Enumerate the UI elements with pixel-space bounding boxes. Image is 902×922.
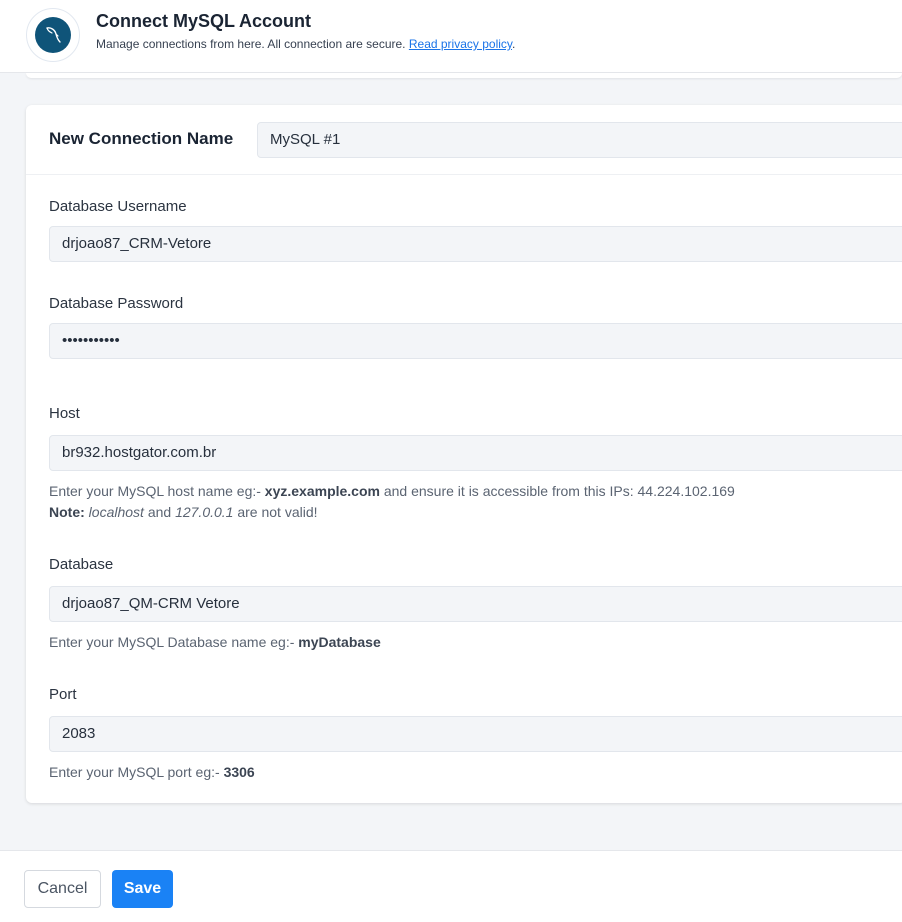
host-note-label: Note: <box>49 504 85 520</box>
modal-header: Connect MySQL Account Manage connections… <box>0 0 902 73</box>
username-label: Database Username <box>49 198 187 215</box>
privacy-policy-link[interactable]: Read privacy policy <box>409 37 512 51</box>
subtitle-text: Manage connections from here. All connec… <box>96 37 406 51</box>
port-hint-prefix: Enter your MySQL port eg:- <box>49 764 224 780</box>
save-button[interactable]: Save <box>112 870 173 908</box>
database-hint-example: myDatabase <box>298 634 381 650</box>
password-label: Database Password <box>49 295 184 312</box>
host-hint-prefix: Enter your MySQL host name eg:- <box>49 483 265 499</box>
database-label: Database <box>49 556 114 573</box>
connection-form-card: New Connection Name MySQL #1 Database Us… <box>26 105 902 803</box>
port-input[interactable]: 2083 <box>49 716 902 752</box>
previous-card-edge <box>26 73 902 78</box>
username-input[interactable]: drjoao87_CRM-Vetore <box>49 226 902 262</box>
host-label: Host <box>49 405 80 422</box>
database-hint-prefix: Enter your MySQL Database name eg:- <box>49 634 299 650</box>
mysql-logo <box>26 8 80 62</box>
host-hint-line: Enter your MySQL host name eg:- xyz.exam… <box>49 481 735 502</box>
port-label: Port <box>49 686 77 703</box>
password-input[interactable]: ••••••••••• <box>49 323 902 359</box>
page-title: Connect MySQL Account <box>96 11 312 31</box>
host-note-line: Note: localhost and 127.0.0.1 are not va… <box>49 502 735 523</box>
modal-footer: Cancel Save <box>0 850 902 922</box>
connection-name-input[interactable]: MySQL #1 <box>257 122 902 158</box>
host-note-ip: 127.0.0.1 <box>175 504 234 520</box>
subtitle-end: . <box>512 37 516 51</box>
host-hint: Enter your MySQL host name eg:- xyz.exam… <box>49 481 735 523</box>
cancel-button[interactable]: Cancel <box>24 870 101 908</box>
connection-name-row: New Connection Name MySQL #1 <box>26 105 902 175</box>
database-input[interactable]: drjoao87_QM-CRM Vetore <box>49 586 902 622</box>
host-input[interactable]: br932.hostgator.com.br <box>49 435 902 471</box>
mysql-dolphin-icon <box>35 17 71 53</box>
content-area[interactable]: New Connection Name MySQL #1 Database Us… <box>0 73 902 850</box>
host-hint-example: xyz.example.com <box>264 483 380 499</box>
host-note-end: are not valid! <box>233 504 318 520</box>
page-subtitle: Manage connections from here. All connec… <box>96 37 515 51</box>
host-note-and: and <box>143 504 176 520</box>
port-hint-example: 3306 <box>223 764 255 780</box>
port-hint: Enter your MySQL port eg:- 3306 <box>49 762 255 783</box>
database-hint: Enter your MySQL Database name eg:- myDa… <box>49 632 381 653</box>
host-hint-middle: and ensure it is accessible from this IP… <box>379 483 735 499</box>
host-note-localhost: localhost <box>88 504 144 520</box>
connection-name-label: New Connection Name <box>49 129 234 148</box>
